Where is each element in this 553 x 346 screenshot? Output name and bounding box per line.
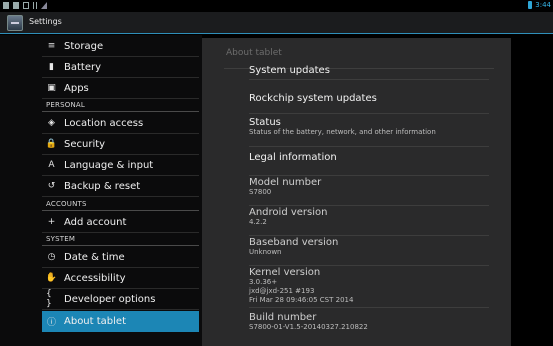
item-title: Baseband version — [249, 237, 339, 248]
settings-app-icon[interactable] — [7, 15, 23, 31]
signal-icon — [41, 2, 47, 9]
battery-status-icon — [528, 1, 533, 9]
kernel-version-item: Kernel version 3.0.36+ jxd@jxd-251 #193 … — [249, 266, 489, 308]
build-number-item[interactable]: Build number S7800-01-V1.5-20140327.2108… — [249, 308, 489, 338]
braces-icon: { } — [46, 289, 52, 309]
panel-title: About tablet — [226, 48, 282, 58]
android-version-item[interactable]: Android version 4.2.2 — [249, 206, 489, 236]
notification-icon[interactable] — [3, 2, 9, 9]
sidebar-item-label: Accessibility — [64, 272, 126, 284]
apps-icon: ▣ — [47, 83, 56, 93]
legal-information-item[interactable]: Legal information — [249, 147, 489, 176]
item-title: Rockchip system updates — [249, 93, 377, 104]
backup-icon: ↺ — [47, 181, 56, 191]
hand-icon: ✋ — [45, 273, 58, 283]
usb-icon[interactable] — [33, 2, 37, 9]
section-header-label: ACCOUNTS — [46, 200, 87, 208]
section-header-label: SYSTEM — [46, 235, 76, 243]
system-updates-item[interactable]: System updates — [249, 65, 489, 80]
item-title: System updates — [249, 65, 330, 76]
item-value-line: Fri Mar 28 09:46:05 CST 2014 — [249, 296, 354, 304]
action-bar: Settings — [0, 12, 553, 34]
item-subtitle: Status of the battery, network, and othe… — [249, 128, 436, 136]
item-value: Unknown — [249, 248, 282, 256]
sidebar-item-location-access[interactable]: ◈ Location access — [42, 113, 199, 134]
location-icon: ◈ — [48, 118, 55, 128]
sidebar-item-security[interactable]: 🔒 Security — [42, 134, 199, 155]
mail-icon[interactable] — [23, 2, 29, 9]
battery-icon: ▮ — [49, 62, 54, 72]
item-value: S7800-01-V1.5-20140327.210822 — [249, 323, 368, 331]
sidebar-item-label: Battery — [64, 61, 102, 73]
sidebar-item-label: Language & input — [64, 159, 154, 171]
section-header-personal: PERSONAL — [42, 100, 199, 112]
item-title: Android version — [249, 207, 328, 218]
storage-icon: ≡ — [47, 41, 56, 51]
about-tablet-panel: About tablet System updates Rockchip sys… — [202, 38, 511, 346]
item-value: S7800 — [249, 188, 272, 196]
section-header-system: SYSTEM — [42, 234, 199, 246]
sidebar-item-label: Apps — [64, 82, 89, 94]
sidebar-item-label: About tablet — [64, 316, 126, 327]
item-value: 4.2.2 — [249, 218, 267, 226]
clock-time: 3:44 — [535, 1, 551, 9]
sidebar-item-label: Security — [64, 138, 106, 150]
rockchip-updates-item[interactable]: Rockchip system updates — [249, 81, 489, 114]
item-value-line: 3.0.36+ — [249, 278, 278, 286]
sidebar-item-label: Date & time — [64, 251, 125, 263]
model-number-item: Model number S7800 — [249, 176, 489, 206]
status-item[interactable]: Status Status of the battery, network, a… — [249, 114, 489, 147]
section-header-accounts: ACCOUNTS — [42, 199, 199, 211]
status-bar: 3:44 — [0, 0, 553, 12]
sidebar-item-label: Storage — [64, 40, 104, 52]
sidebar-item-accessibility[interactable]: ✋ Accessibility — [42, 268, 199, 289]
add-icon: + — [47, 217, 56, 227]
sidebar-item-label: Backup & reset — [64, 180, 141, 192]
sidebar-item-battery[interactable]: ▮ Battery — [42, 57, 199, 78]
notification-icon[interactable] — [13, 2, 19, 9]
sidebar-item-language-input[interactable]: A Language & input — [42, 155, 199, 176]
sidebar-item-date-time[interactable]: ◷ Date & time — [42, 247, 199, 268]
item-title: Legal information — [249, 152, 337, 163]
sidebar-item-apps[interactable]: ▣ Apps — [42, 78, 199, 99]
sidebar-item-storage[interactable]: ≡ Storage — [42, 36, 199, 57]
sidebar-item-backup-reset[interactable]: ↺ Backup & reset — [42, 176, 199, 197]
sidebar-item-label: Developer options — [64, 293, 156, 305]
keyboard-icon: A — [48, 160, 55, 170]
sidebar-item-about-tablet[interactable]: ⓘ About tablet — [42, 311, 199, 332]
notification-icons — [3, 2, 47, 9]
clock-icon: ◷ — [47, 252, 56, 262]
item-title: Kernel version — [249, 267, 321, 278]
section-header-label: PERSONAL — [46, 101, 85, 109]
sidebar-item-add-account[interactable]: + Add account — [42, 212, 199, 233]
app-title: Settings — [29, 17, 62, 26]
item-title: Status — [249, 117, 281, 128]
info-icon: ⓘ — [46, 318, 56, 328]
sidebar-item-label: Add account — [64, 216, 127, 228]
lock-icon: 🔒 — [45, 139, 58, 149]
item-title: Model number — [249, 177, 322, 188]
item-value-line: jxd@jxd-251 #193 — [249, 287, 315, 295]
item-title: Build number — [249, 312, 317, 323]
baseband-version-item: Baseband version Unknown — [249, 236, 489, 266]
sidebar-item-label: Location access — [64, 117, 144, 129]
sidebar-item-developer-options[interactable]: { } Developer options — [42, 289, 199, 310]
